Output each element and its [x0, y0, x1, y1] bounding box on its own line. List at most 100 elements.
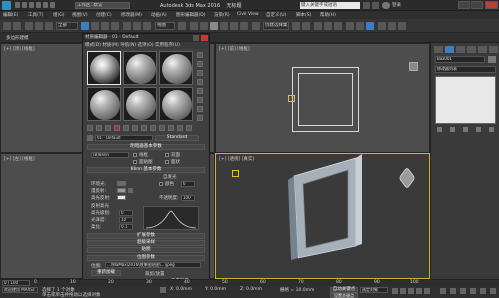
window-crossing-icon[interactable] — [111, 22, 119, 30]
app-logo-icon[interactable] — [2, 1, 11, 10]
ambient-color-swatch[interactable] — [117, 181, 126, 186]
options-icon[interactable] — [197, 106, 203, 112]
extended-rollout-header[interactable]: 扩展参数 — [87, 233, 205, 239]
menu-graph-editors[interactable]: 图形编辑器(D) — [176, 12, 205, 18]
modifier-stack[interactable] — [435, 76, 496, 124]
spec-level-spinner[interactable]: 0 — [119, 210, 133, 216]
background-icon[interactable] — [197, 70, 203, 76]
sample-slot-4[interactable] — [87, 87, 121, 121]
maps-rollout-header[interactable]: 贴图 — [87, 247, 205, 253]
menu-tools[interactable]: 工具(T) — [28, 12, 43, 18]
shader-rollout-header[interactable]: 明暗器基本参数 — [87, 144, 205, 150]
menu-views[interactable]: 视图(V) — [72, 12, 88, 18]
viewport-label[interactable]: [+] [前] [线框] — [219, 46, 250, 52]
make-unique-icon[interactable] — [132, 125, 138, 131]
close-button[interactable] — [201, 35, 208, 41]
opacity-spinner[interactable]: 100 — [181, 195, 195, 201]
lock-selection-icon[interactable] — [160, 287, 166, 293]
redo-icon[interactable] — [43, 2, 48, 8]
select-by-material-icon[interactable] — [197, 115, 203, 121]
mirror-icon[interactable] — [292, 22, 300, 30]
pin-stack-icon[interactable] — [437, 127, 442, 132]
menu-edit[interactable]: 编辑(E) — [3, 12, 18, 18]
reference-coord-dropdown[interactable]: 视图 — [155, 22, 175, 30]
scale-icon[interactable] — [143, 22, 151, 30]
put-material-icon[interactable] — [96, 125, 102, 131]
utilities-tab-icon[interactable] — [489, 46, 498, 53]
viewport-perspective[interactable]: [+] [透视] [真实] — [215, 153, 430, 279]
shader-type-dropdown[interactable]: (B)Blinn — [91, 152, 129, 158]
coord-x[interactable]: X: 0.0mm — [170, 287, 192, 292]
menu-animation[interactable]: 动画(A) — [151, 12, 167, 18]
named-selection-dropdown[interactable]: 创建选择集 — [263, 22, 289, 30]
login-button[interactable]: 登录 — [392, 2, 401, 8]
minimize-button[interactable] — [193, 35, 199, 41]
unlink-icon[interactable] — [35, 22, 43, 30]
undo-icon[interactable] — [3, 22, 11, 30]
viewcube-icon[interactable] — [398, 166, 416, 190]
select-by-name-icon[interactable] — [91, 22, 99, 30]
bitmap-path-button[interactable]: ...\WaMax\2016\效果图贴图\...\jpeg — [105, 262, 201, 268]
zoom-extents-icon[interactable] — [460, 288, 466, 294]
glossiness-spinner[interactable]: 10 — [119, 217, 133, 223]
selected-filter-dropdown[interactable]: 选定对象 — [360, 287, 388, 293]
menu-help[interactable]: 帮助(H) — [320, 12, 336, 18]
soften-spinner[interactable]: 0.1 — [119, 224, 133, 230]
manipulate-icon[interactable] — [190, 22, 198, 30]
ribbon-tab-label[interactable]: 多边形建模 — [6, 35, 29, 41]
rect-selection-icon[interactable] — [101, 22, 109, 30]
menu-scripting[interactable]: 脚本(S) — [296, 12, 311, 18]
make-copy-icon[interactable] — [123, 125, 129, 131]
spinner-snap-icon[interactable] — [240, 22, 248, 30]
assign-material-icon[interactable] — [105, 125, 111, 131]
show-end-result-icon[interactable] — [450, 127, 455, 132]
two-sided-checkbox[interactable] — [165, 153, 169, 157]
make-unique-icon[interactable] — [463, 127, 468, 132]
go-forward-sibling-icon[interactable] — [186, 125, 192, 131]
coord-z[interactable]: Z: 0.0mm — [240, 287, 262, 292]
move-icon[interactable] — [123, 22, 131, 30]
make-preview-icon[interactable] — [197, 97, 203, 103]
pan-icon[interactable] — [480, 288, 486, 294]
menu-rendering[interactable]: 渲染(R) — [214, 12, 230, 18]
render-production-icon[interactable] — [398, 22, 406, 30]
sample-slot-5[interactable] — [123, 87, 157, 121]
star-icon[interactable] — [372, 2, 379, 9]
play-icon[interactable] — [408, 288, 414, 294]
material-name-field[interactable]: 01 - Default — [95, 135, 153, 141]
go-to-start-icon[interactable] — [392, 288, 398, 294]
modifier-list-dropdown[interactable]: 修改器列表 — [435, 66, 496, 73]
menu-customize[interactable]: 自定义(U) — [266, 12, 286, 18]
pivot-center-icon[interactable] — [178, 22, 186, 30]
hierarchy-tab-icon[interactable] — [456, 46, 465, 53]
supersampling-rollout-header[interactable]: 超级采样 — [87, 240, 205, 246]
sample-slot-3[interactable] — [159, 51, 193, 85]
field-of-view-icon[interactable] — [470, 288, 476, 294]
minimize-button[interactable] — [458, 1, 470, 9]
sample-slot-1[interactable] — [87, 51, 121, 85]
link-icon[interactable] — [25, 22, 33, 30]
viewport-label[interactable]: [+] [顶] [线框] — [4, 46, 35, 52]
maxscript-listener[interactable]: 欢迎使用 MAXSc — [2, 287, 38, 293]
keyboard-shortcut-icon[interactable] — [200, 22, 208, 30]
set-key-button[interactable]: 设置关键点 — [330, 293, 358, 298]
search-input[interactable]: 键入关键字或短语 — [300, 2, 360, 9]
sample-slot-2[interactable] — [123, 51, 157, 85]
redo-icon[interactable] — [13, 22, 21, 30]
select-object-icon[interactable] — [81, 22, 89, 30]
rotate-icon[interactable] — [133, 22, 141, 30]
menu-create[interactable]: 创建(C) — [96, 12, 112, 18]
menu-group[interactable]: 组(G) — [53, 12, 65, 18]
material-editor-title[interactable]: 材质编辑器 - 01 - Default — [83, 34, 209, 42]
blinn-rollout-header[interactable]: Blinn 基本参数 — [87, 167, 205, 173]
wire-checkbox[interactable] — [133, 153, 137, 157]
previous-frame-icon[interactable] — [400, 288, 406, 294]
new-icon[interactable] — [15, 2, 20, 8]
render-setup-icon[interactable] — [378, 22, 386, 30]
percent-snap-icon[interactable] — [230, 22, 238, 30]
timeline[interactable]: 0 / 100 0 10 20 30 40 50 60 70 80 90 100 — [0, 279, 499, 286]
sample-slot-6[interactable] — [159, 87, 193, 121]
layer-manager-icon[interactable] — [324, 22, 332, 30]
material-type-button[interactable]: Standard — [155, 135, 199, 141]
show-end-result-icon[interactable] — [168, 125, 174, 131]
